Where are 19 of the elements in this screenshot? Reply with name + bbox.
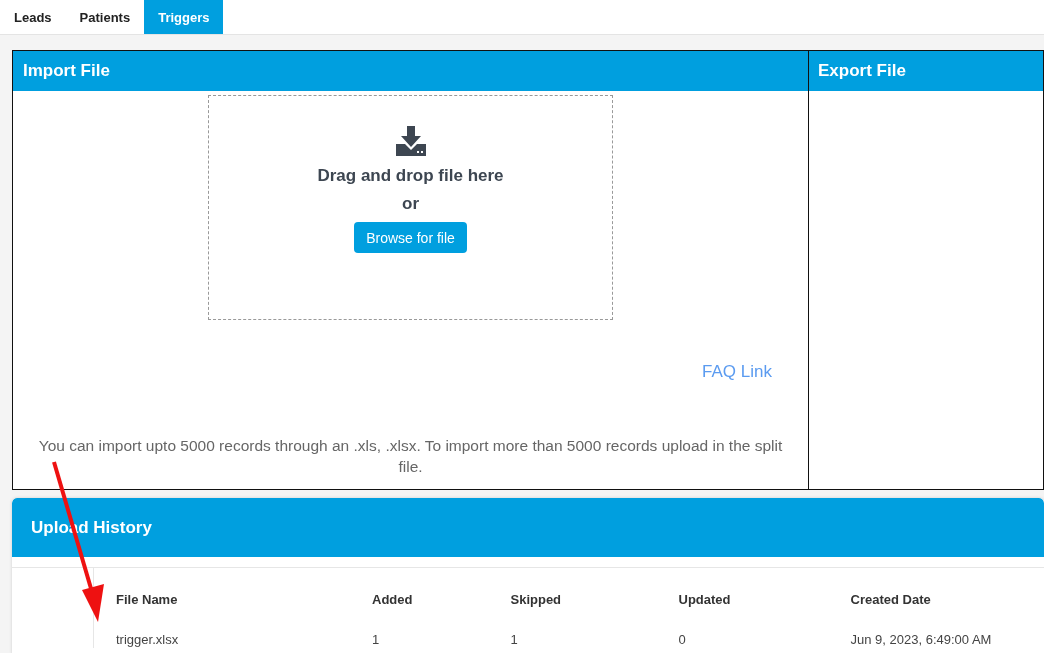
column-header: Skipped	[509, 590, 563, 609]
panel-title: Export File	[809, 51, 1043, 91]
separator-text: or	[402, 194, 419, 214]
download-icon	[395, 126, 426, 156]
tab[interactable]: Patients	[65, 0, 145, 34]
column-header: Created Date	[849, 590, 932, 609]
drop-zone-heading: Drag and drop file here	[317, 166, 504, 186]
table-cell-text: 1	[371, 630, 381, 648]
table-cell-text: 1	[509, 630, 519, 648]
table-cell-text: 0	[677, 630, 687, 648]
table-cell: trigger.xlsx	[93, 630, 350, 648]
panel-title: Import File	[13, 51, 808, 91]
column-header: Updated	[677, 590, 732, 609]
column-header: File Name	[93, 568, 350, 630]
import-note: You can import upto 5000 records through an .xls, .xlsx. To import more than 5000 records upload in the split file.	[37, 436, 784, 477]
tab[interactable]: Leads	[0, 0, 66, 34]
table-cell-text: Jun 9, 2023, 6:49:00 AM	[849, 630, 993, 648]
drop-zone[interactable]: Drag and drop file here or Browse for file	[208, 95, 613, 320]
column-header: Added	[371, 590, 414, 609]
